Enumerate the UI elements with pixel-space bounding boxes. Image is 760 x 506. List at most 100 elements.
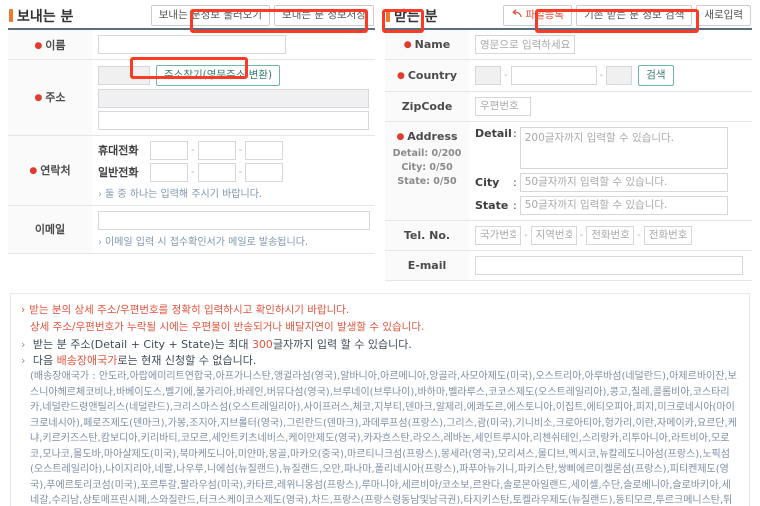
country-extra-input[interactable]	[606, 65, 633, 85]
city-colon: :	[513, 175, 517, 189]
sender-email-label: 이메일	[34, 223, 66, 237]
sender-name-label-cell: ● 이름	[8, 30, 92, 60]
sender-email-input[interactable]	[98, 210, 370, 230]
dash-separator: -	[191, 144, 195, 156]
recipient-name-row: ● Name	[385, 30, 752, 60]
sender-address1-line	[98, 88, 369, 108]
mobile-part2-input[interactable]	[197, 140, 236, 160]
detail-line: Detail :	[475, 126, 746, 169]
recipient-address-label-cell: ● Address Detail: 0/200 City: 0/50 State:…	[385, 121, 469, 221]
phone-part3-input[interactable]	[245, 162, 284, 182]
recipient-form-table: ●Name ●Country -	[385, 30, 752, 281]
recipient-email-label-cell: E-mail	[385, 250, 469, 281]
shipping-form-page: 보내는 분 보내는 분정보 불러오기 보내는 분 정보저장 ● 이름 ● 주소 …	[0, 0, 760, 506]
country-name-input[interactable]	[510, 65, 597, 85]
recipient-tel-label: Tel. No.	[403, 228, 451, 242]
recipient-zipcode-row: ZipCode	[385, 91, 752, 122]
section-bullet-icon	[9, 9, 13, 22]
max-char-count: 300	[251, 338, 273, 352]
dash-separator: -	[238, 166, 243, 178]
detail-colon: :	[513, 126, 517, 140]
sender-contact-row: ● 연락처 휴대전화 - - 일반전화 - - › 둘 중 하나는 입력해 주시…	[8, 135, 375, 206]
recipient-address-label-wrap: ● Address	[387, 130, 467, 143]
recipient-tel-row: Tel. No. - - -	[385, 220, 752, 251]
sender-address1-input[interactable]	[98, 88, 369, 108]
address-search-button[interactable]: 주소찾기(영문주소 변환)	[156, 65, 281, 86]
sender-address-label-cell: ● 주소	[8, 59, 92, 136]
sender-name-input[interactable]	[98, 35, 286, 54]
address-detail-textarea[interactable]	[519, 126, 728, 169]
recipient-country-value-cell: - - 검색	[469, 59, 752, 92]
address-state-input[interactable]	[519, 195, 728, 215]
tel-number1-input[interactable]	[586, 225, 635, 245]
recipient-header-buttons: 파일등록 기존 받는 분 정보 검색 새로입력	[503, 5, 751, 26]
recipient-name-label-cell: ● Name	[385, 30, 469, 60]
required-dot-icon: ●	[34, 40, 43, 51]
restricted-country-list: (배송장애국가 : 안도라,아랍에미리트연합국,아프가니스탄,앵귈라섬(영국),…	[30, 371, 737, 506]
phone-part1-input[interactable]	[150, 162, 188, 182]
tel-country-code-input[interactable]	[475, 225, 521, 245]
detail-counter: Detail: 0/200	[392, 147, 462, 159]
recipient-email-value-cell	[469, 250, 752, 281]
recipient-section-header: 받는 분 파일등록 기존 받는 분 정보 검색 새로입력	[385, 5, 752, 30]
address-city-input[interactable]	[519, 172, 728, 192]
sender-section-header: 보내는 분 보내는 분정보 불러오기 보내는 분 정보저장	[8, 5, 375, 30]
notice-line-4-b: 로는 현재 신청할 수 없습니다.	[117, 354, 257, 368]
recipient-title: 받는 분	[386, 6, 438, 26]
sender-name-row: ● 이름	[8, 30, 375, 60]
email-hint-text: 이메일 입력 시 접수확인서가 메일로 발송됩니다.	[98, 233, 369, 248]
load-sender-info-button[interactable]: 보내는 분정보 불러오기	[150, 5, 271, 26]
notice-line-4: 다음 배송장애국가로는 현재 신청할 수 없습니다.	[21, 352, 739, 368]
recipient-email-input[interactable]	[475, 255, 743, 275]
state-colon: :	[513, 198, 517, 212]
contact-hint-text: 둘 중 하나는 입력해 주시기 바랍니다.	[98, 185, 369, 200]
notice-line-2: 상세 주소/우편번호가 누락될 시에는 우편물이 반송되거나 배달지연이 발생할…	[30, 320, 425, 333]
save-sender-info-button[interactable]: 보내는 분 정보저장	[274, 5, 374, 26]
sender-email-row: 이메일 이메일 입력 시 접수확인서가 메일로 발송됩니다.	[8, 205, 375, 254]
sender-name-label: 이름	[45, 38, 66, 52]
sender-address2-input[interactable]	[98, 110, 369, 130]
country-code-input[interactable]	[475, 65, 501, 85]
new-entry-button[interactable]: 새로입력	[696, 5, 751, 26]
dash-separator: -	[579, 229, 584, 241]
required-dot-icon: ●	[396, 70, 405, 81]
recipient-name-label: Name	[414, 38, 451, 51]
sender-form-table: ● 이름 ● 주소 주소찾기(영문주소 변환) ● 연락처 휴대전화 - - 일…	[8, 30, 375, 254]
sender-zipcode-input[interactable]	[98, 65, 150, 85]
sender-address2-line	[98, 110, 369, 130]
recipient-name-input[interactable]	[475, 35, 575, 54]
recipient-zipcode-label-cell: ZipCode	[385, 91, 469, 122]
file-register-button[interactable]: 파일등록	[503, 5, 573, 26]
recipient-address-label: Address	[407, 129, 458, 143]
file-register-label: 파일등록	[525, 9, 565, 22]
recipient-title-text: 받는 분	[394, 8, 438, 25]
tel-number2-input[interactable]	[643, 225, 692, 245]
sender-contact-label: 연락처	[40, 164, 71, 178]
state-label: State	[475, 198, 509, 212]
mobile-part1-input[interactable]	[150, 140, 188, 160]
country-search-button[interactable]: 검색	[638, 65, 674, 86]
restricted-countries-link[interactable]: 배송장애국가	[57, 354, 118, 367]
tel-inputs-line: - - -	[475, 225, 746, 245]
recipient-zipcode-value-cell	[469, 91, 752, 122]
sender-address-label: 주소	[45, 91, 66, 105]
dash-separator: -	[238, 144, 243, 156]
recipient-zipcode-input[interactable]	[475, 96, 531, 116]
dash-separator: -	[599, 69, 604, 81]
mobile-part3-input[interactable]	[245, 140, 284, 160]
phone-part2-input[interactable]	[197, 162, 236, 182]
sender-address-row: ● 주소 주소찾기(영문주소 변환)	[8, 59, 375, 136]
sender-header-buttons: 보내는 분정보 불러오기 보내는 분 정보저장	[150, 5, 374, 26]
state-counter: State: 0/50	[397, 176, 457, 188]
sender-name-value-cell	[92, 30, 375, 60]
search-existing-recipient-button[interactable]: 기존 받는 분 정보 검색	[576, 5, 693, 26]
tel-area-code-input[interactable]	[530, 225, 577, 245]
recipient-country-label: Country	[407, 68, 457, 82]
recipient-zipcode-label: ZipCode	[401, 99, 453, 113]
sender-title-text: 보내는 분	[17, 8, 74, 25]
dash-separator: -	[524, 229, 528, 241]
sender-email-value-cell: 이메일 입력 시 접수확인서가 메일로 발송됩니다.	[92, 205, 375, 254]
form-columns: 보내는 분 보내는 분정보 불러오기 보내는 분 정보저장 ● 이름 ● 주소 …	[8, 5, 752, 281]
required-dot-icon: ●	[396, 131, 405, 142]
required-dot-icon: ●	[34, 93, 43, 104]
